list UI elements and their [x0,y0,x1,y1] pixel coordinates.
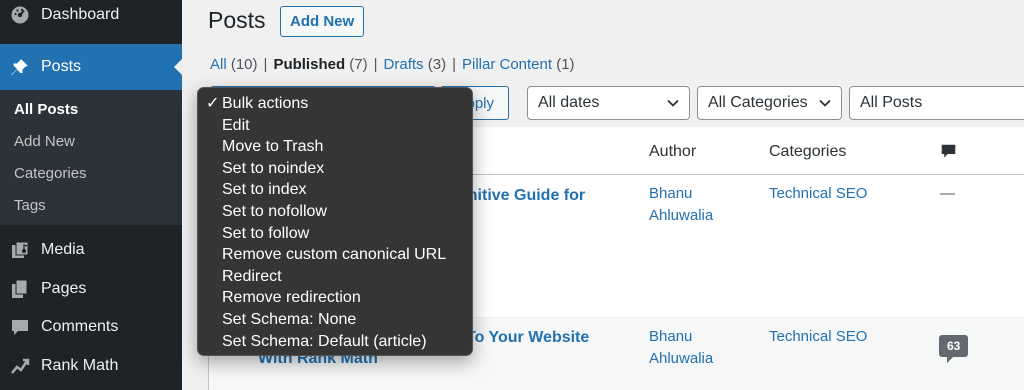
posts-submenu: All Posts Add New Categories Tags [0,90,182,225]
chevron-down-icon [667,99,679,107]
filter-pillar-content[interactable]: Pillar Content (1) [462,56,575,73]
column-categories[interactable]: Categories [769,143,846,161]
post-title-link[interactable]: ’ To Your Website [458,327,589,349]
sidebar-item-rank-math[interactable]: Rank Math [0,351,182,381]
bulk-option-set-noindex[interactable]: Set to noindex [198,158,472,180]
admin-sidebar: Dashboard Posts All Posts Add New Catego… [0,0,182,390]
sidebar-item-label: Posts [41,58,82,75]
category-link[interactable]: Technical SEO [769,183,867,205]
post-title-link[interactable]: finitive Guide for [458,185,585,207]
bulk-option-remove-canonical[interactable]: Remove custom canonical URL [198,244,472,266]
bulk-option-redirect[interactable]: Redirect [198,266,472,288]
sidebar-item-label: Rank Math [41,357,119,374]
author-link[interactable]: Bhanu Ahluwalia [649,183,713,227]
checkmark-icon: ✓ [206,95,220,112]
pages-icon [10,279,30,299]
chevron-down-icon [819,99,831,107]
column-comments[interactable] [940,143,957,165]
comments-icon [10,317,30,337]
submenu-add-new[interactable]: Add New [14,133,75,150]
bulk-option-move-to-trash[interactable]: Move to Trash [198,136,472,158]
post-type-filter-select[interactable]: All Posts [849,86,1024,120]
comment-bubble-icon [941,144,956,158]
sidebar-item-dashboard[interactable]: Dashboard [0,0,182,30]
dashboard-icon [10,5,30,25]
bulk-option-set-index[interactable]: Set to index [198,179,472,201]
status-filters: All (10) | Published (7) | Drafts (3) | Pillar… [210,56,575,73]
column-author: Author [649,143,697,160]
bulk-option-set-nofollow[interactable]: Set to nofollow [198,201,472,223]
submenu-all-posts[interactable]: All Posts [14,101,78,118]
date-filter-select[interactable]: All dates [527,86,690,120]
bulk-option-bulk-actions[interactable]: ✓ Bulk actions [198,93,472,115]
page-title: Posts [208,7,266,33]
sidebar-item-media[interactable]: Media [0,235,182,265]
bulk-actions-dropdown: ✓ Bulk actions Edit Move to Trash Set to … [197,87,473,356]
filter-published[interactable]: Published (7) [273,56,367,73]
category-filter-select[interactable]: All Categories [697,86,842,120]
sidebar-item-comments[interactable]: Comments [0,312,182,342]
bulk-option-remove-redirection[interactable]: Remove redirection [198,287,472,309]
submenu-categories[interactable]: Categories [14,165,87,182]
media-icon [10,240,30,260]
sidebar-item-label: Pages [41,280,87,297]
bulk-option-edit[interactable]: Edit [198,115,472,137]
rank-math-icon [10,356,30,376]
comment-count-badge[interactable]: 63 [939,335,969,363]
bulk-option-set-follow[interactable]: Set to follow [198,223,472,245]
filter-drafts[interactable]: Drafts (3) [384,56,447,73]
pushpin-icon [10,57,30,77]
sidebar-item-posts[interactable]: Posts [0,44,182,90]
bulk-option-schema-default[interactable]: Set Schema: Default (article) [198,331,472,353]
submenu-tags[interactable]: Tags [14,197,46,214]
sidebar-item-label: Dashboard [41,6,120,23]
bulk-option-schema-none[interactable]: Set Schema: None [198,309,472,331]
sidebar-item-pages[interactable]: Pages [0,274,182,304]
filter-all[interactable]: All (10) [210,56,258,73]
sidebar-item-label: Media [41,241,85,258]
sidebar-item-label: Comments [41,318,119,335]
category-link[interactable]: Technical SEO [769,326,867,348]
author-link[interactable]: Bhanu Ahluwalia [649,326,713,370]
add-new-button[interactable]: Add New [280,6,365,37]
comment-count: — [940,185,955,202]
